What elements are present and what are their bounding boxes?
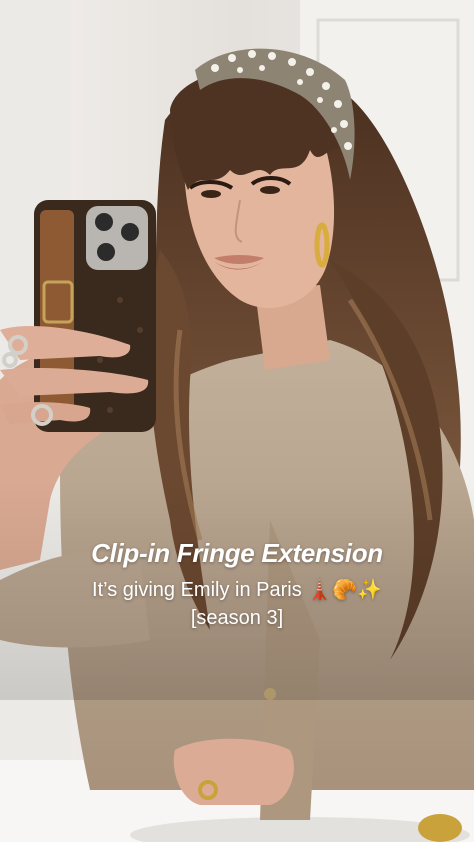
subtitle-line-1: It’s giving Emily in Paris 🗼🥐✨ xyxy=(92,579,382,601)
selfie-photo xyxy=(0,0,474,842)
subtitle-line-2: [season 3] xyxy=(190,607,284,629)
pin-subtitle: It’s giving Emily in Paris 🗼🥐✨ [season 3… xyxy=(0,576,474,632)
pin-card[interactable]: Clip-in Fringe Extension It’s giving Emi… xyxy=(0,0,474,842)
pin-title: Clip-in Fringe Extension xyxy=(91,538,383,568)
caption-overlay: Clip-in Fringe Extension It’s giving Emi… xyxy=(0,536,474,632)
